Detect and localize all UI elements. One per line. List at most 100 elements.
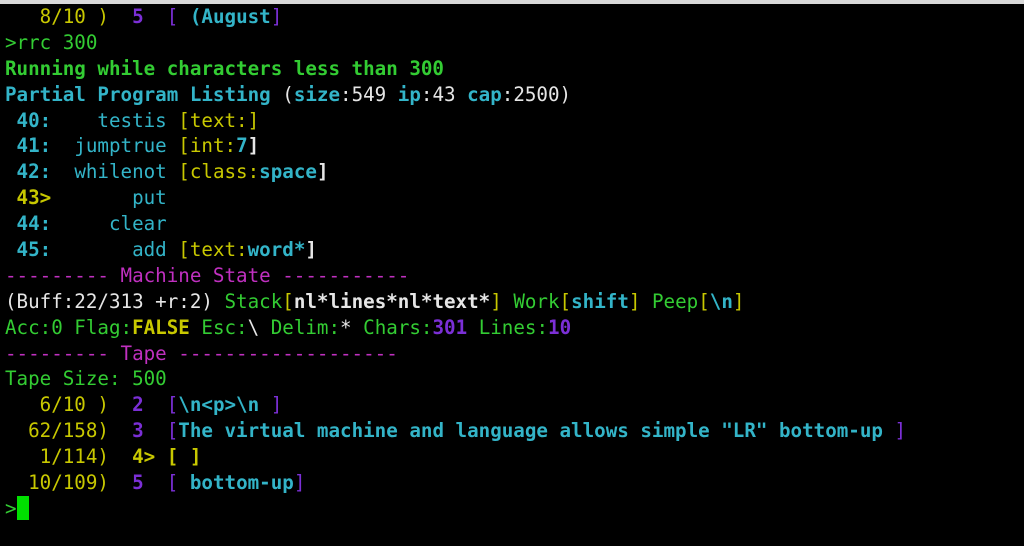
terminal-text-segment: FALSE [132, 315, 190, 339]
terminal-text-segment: --------- Machine State ----------- [5, 263, 410, 287]
terminal-line: Running while characters less than 300 [5, 56, 1024, 82]
terminal-text-segment: ] [270, 5, 283, 28]
terminal-text-segment: [ ] [155, 445, 202, 469]
terminal-text-segment: Delim: [259, 315, 341, 339]
terminal-line: 1/114) 4> [ ] [5, 444, 1024, 470]
terminal-text-segment: Partial Program Listing [5, 82, 271, 106]
terminal-text-segment: testis [51, 108, 179, 132]
terminal-text-segment: --------- Tape ------------------- [5, 341, 398, 365]
terminal-text-segment: [text:] [178, 108, 260, 132]
terminal-text-segment: Running while characters less than 300 [5, 56, 444, 80]
terminal-text-segment: :549 [340, 82, 398, 106]
terminal-text-segment: [ [143, 471, 190, 495]
terminal-line: (Buff:22/313 +r:2) Stack[nl*lines*nl*tex… [5, 289, 1024, 315]
terminal-text-segment: 6/10 ) [5, 393, 133, 417]
terminal-text-segment: put [51, 186, 167, 210]
terminal-line: 6/10 ) 2 [\n<p>\n ] [5, 392, 1024, 418]
terminal-cursor[interactable] [16, 495, 29, 520]
terminal-line: 42: whilenot [class:space] [5, 159, 1024, 185]
terminal-line: Tape Size: 500 [5, 366, 1024, 392]
terminal-text-segment: 5 [132, 471, 144, 495]
terminal-text-segment: [ [143, 419, 179, 443]
terminal-text-segment: ] [316, 160, 329, 184]
terminal-text-segment: \n<p>\n [178, 393, 260, 417]
terminal-text-segment: space [259, 160, 317, 184]
terminal-text-segment: 45: [5, 238, 52, 262]
terminal-output[interactable]: 8/10 ) 5 [ (August] >rrc 300 Running while… [5, 4, 1024, 546]
terminal-text-segment: jumptrue [51, 134, 179, 158]
terminal-text-segment: (August [189, 5, 271, 28]
terminal-text-segment: add [51, 238, 179, 262]
terminal-text-segment: [text: [178, 238, 248, 262]
terminal-text-segment: Chars: [351, 315, 433, 339]
terminal-text-segment: ] [882, 419, 907, 443]
terminal-text-segment: ( [270, 82, 294, 106]
terminal-text-segment: ] [628, 289, 652, 313]
terminal-text-segment: 3 [132, 419, 144, 443]
terminal-text-segment: :43 [420, 82, 468, 106]
terminal-text-segment: [class: [178, 160, 260, 184]
terminal-line: 40: testis [text:] [5, 108, 1024, 134]
terminal-text-segment: 301 [432, 315, 468, 339]
terminal-text-segment: whilenot [51, 160, 179, 184]
terminal-text-segment: shift [571, 289, 629, 313]
terminal-text-segment: [int: [178, 134, 237, 158]
terminal-text-segment: ] [732, 289, 745, 313]
terminal-text-segment: 2 [132, 393, 144, 417]
terminal-text-segment: bottom-up [189, 471, 294, 495]
terminal-text-segment: Work [513, 289, 560, 313]
terminal-text-segment: 7 [236, 134, 248, 158]
terminal-text-segment: (Buff:22/313 +r:2) [5, 289, 225, 313]
terminal-text-segment: ] [259, 393, 283, 417]
terminal-text-segment: Acc:0 Flag: [5, 315, 133, 339]
terminal-line: --------- Machine State ----------- [5, 263, 1024, 289]
terminal-line: 41: jumptrue [int:7] [5, 133, 1024, 159]
terminal-text-segment: ] [247, 134, 260, 158]
terminal-text-segment: [ [143, 5, 190, 28]
terminal-text-segment: 62/158) [5, 419, 133, 443]
terminal-text-segment: 1/114) [5, 445, 133, 469]
terminal-text-segment: ] [293, 471, 306, 495]
terminal-text-segment: clear [51, 212, 167, 236]
terminal-text-segment: word* [247, 238, 306, 262]
terminal-text-segment: > [5, 496, 17, 520]
terminal-text-segment: 10/109) [5, 471, 133, 495]
terminal-text-segment: 44: [5, 212, 52, 236]
terminal-text-segment: size [293, 82, 341, 106]
terminal-text-segment: 42: [5, 160, 52, 184]
terminal-text-segment: \ [247, 315, 260, 339]
terminal-line: 62/158) 3 [The virtual machine and langu… [5, 418, 1024, 444]
terminal-line: --------- Tape ------------------- [5, 341, 1024, 367]
terminal-line: >rrc 300 [5, 30, 1024, 56]
terminal-text-segment: 43> [5, 186, 52, 210]
terminal-text-segment: >rrc 300 [5, 30, 98, 54]
terminal-text-segment: 5 [132, 5, 144, 28]
terminal-text-segment: [ [559, 289, 572, 313]
terminal-line: 8/10 ) 5 [ (August] [5, 4, 1024, 30]
terminal-text-segment: ] [490, 289, 514, 313]
terminal-text-segment: Esc: [189, 315, 248, 339]
terminal-line: 43> put [5, 185, 1024, 211]
terminal-line: Acc:0 Flag:FALSE Esc:\ Delim:* Chars:301… [5, 315, 1024, 341]
terminal-text-segment: Lines: [467, 315, 549, 339]
terminal-text-segment: 10 [548, 315, 572, 339]
terminal-text-segment: ] [305, 238, 317, 262]
terminal-text-segment: 8/10 ) [5, 5, 133, 28]
terminal-text-segment: 41: [5, 134, 52, 158]
terminal-text-segment: Peep [651, 289, 699, 313]
terminal-text-segment: \n [709, 289, 733, 313]
terminal-text-segment: ip [397, 82, 421, 106]
terminal-line: Partial Program Listing (size:549 ip:43 … [5, 82, 1024, 108]
terminal-text-segment: [ [282, 289, 294, 313]
terminal-text-segment: nl*lines*nl*text* [293, 289, 491, 313]
terminal-line: 45: add [text:word*] [5, 237, 1024, 263]
terminal-text-segment: The virtual machine and language allows … [178, 419, 883, 443]
terminal-text-segment: * [340, 315, 352, 339]
terminal-text-segment: 40: [5, 108, 52, 132]
terminal-line: 44: clear [5, 211, 1024, 237]
terminal-text-segment: :2500) [501, 82, 572, 106]
terminal-line: 10/109) 5 [ bottom-up] [5, 470, 1024, 496]
terminal-text-segment: cap [467, 82, 502, 106]
terminal-text-segment: 4> [132, 445, 156, 469]
terminal-text-segment: Tape Size: 500 [5, 367, 167, 391]
